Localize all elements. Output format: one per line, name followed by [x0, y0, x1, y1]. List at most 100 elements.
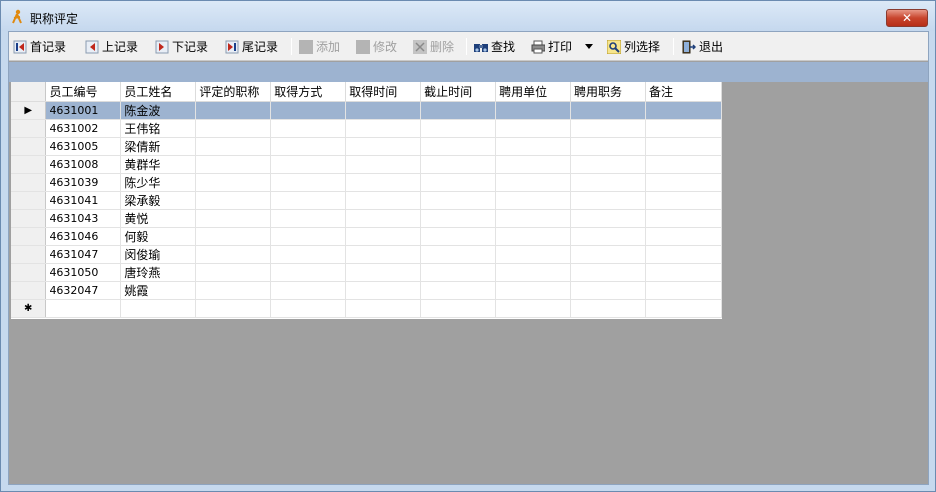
- row-selector[interactable]: [11, 281, 47, 300]
- employee-id-cell[interactable]: 4631008: [45, 155, 122, 174]
- table-cell[interactable]: [270, 299, 347, 318]
- employee-name-cell[interactable]: 姚霞: [120, 281, 197, 300]
- table-cell[interactable]: [570, 155, 646, 174]
- table-cell[interactable]: [420, 191, 497, 210]
- print-dropdown-button[interactable]: [584, 36, 594, 57]
- print-button[interactable]: 打印: [531, 36, 572, 57]
- table-cell[interactable]: [195, 209, 272, 228]
- table-cell[interactable]: [345, 101, 422, 120]
- employee-id-cell[interactable]: 4631047: [45, 245, 122, 264]
- row-selector[interactable]: ▶: [11, 101, 47, 120]
- table-cell[interactable]: [495, 299, 572, 318]
- table-cell[interactable]: [495, 281, 572, 300]
- table-cell[interactable]: [570, 101, 646, 120]
- table-row[interactable]: 4631039 陈少华: [11, 173, 723, 192]
- table-cell[interactable]: [645, 101, 723, 120]
- table-cell[interactable]: [420, 227, 497, 246]
- row-selector[interactable]: [11, 137, 47, 156]
- column-header[interactable]: 聘用职务: [570, 82, 646, 102]
- table-cell[interactable]: [270, 101, 347, 120]
- table-cell[interactable]: [345, 263, 422, 282]
- table-cell[interactable]: [270, 155, 347, 174]
- table-row[interactable]: 4631041 梁承毅: [11, 191, 723, 210]
- table-cell[interactable]: [570, 281, 646, 300]
- table-cell[interactable]: [420, 137, 497, 156]
- table-cell[interactable]: [270, 119, 347, 138]
- first-record-button[interactable]: 首记录: [13, 36, 66, 57]
- table-cell[interactable]: [645, 173, 723, 192]
- employee-name-cell[interactable]: 唐玲燕: [120, 263, 197, 282]
- table-cell[interactable]: [570, 227, 646, 246]
- table-cell[interactable]: [645, 137, 723, 156]
- table-cell[interactable]: [495, 119, 572, 138]
- table-cell[interactable]: [195, 119, 272, 138]
- table-cell[interactable]: [195, 155, 272, 174]
- column-header[interactable]: 取得方式: [270, 82, 347, 102]
- employee-id-cell[interactable]: 4631005: [45, 137, 122, 156]
- table-row[interactable]: 4631043 黄悦: [11, 209, 723, 228]
- title-bar[interactable]: 职称评定 ✕: [1, 1, 935, 31]
- table-cell[interactable]: [195, 299, 272, 318]
- employee-id-cell[interactable]: 4631002: [45, 119, 122, 138]
- column-header[interactable]: 截止时间: [420, 82, 497, 102]
- employee-name-cell[interactable]: 梁倩新: [120, 137, 197, 156]
- table-cell[interactable]: [495, 137, 572, 156]
- table-cell[interactable]: [495, 227, 572, 246]
- table-cell[interactable]: [645, 299, 723, 318]
- table-cell[interactable]: [495, 263, 572, 282]
- table-cell[interactable]: [420, 281, 497, 300]
- new-row-marker[interactable]: ✱: [11, 299, 47, 318]
- employee-id-cell[interactable]: 4631041: [45, 191, 122, 210]
- table-cell[interactable]: [420, 101, 497, 120]
- table-row[interactable]: 4632047 姚霞: [11, 281, 723, 300]
- table-cell[interactable]: [495, 245, 572, 264]
- table-cell[interactable]: [570, 299, 646, 318]
- last-record-button[interactable]: 尾记录: [225, 36, 278, 57]
- next-record-button[interactable]: 下记录: [155, 36, 208, 57]
- table-cell[interactable]: [420, 155, 497, 174]
- table-cell[interactable]: [270, 137, 347, 156]
- add-button[interactable]: 添加: [299, 36, 340, 57]
- employee-name-cell[interactable]: 黄群华: [120, 155, 197, 174]
- employee-name-cell[interactable]: 闵俊瑜: [120, 245, 197, 264]
- delete-button[interactable]: 删除: [413, 36, 454, 57]
- employee-name-cell[interactable]: 梁承毅: [120, 191, 197, 210]
- employee-name-cell[interactable]: 王伟铭: [120, 119, 197, 138]
- table-cell[interactable]: [270, 245, 347, 264]
- table-cell[interactable]: [345, 245, 422, 264]
- table-cell[interactable]: [570, 119, 646, 138]
- table-cell[interactable]: [345, 227, 422, 246]
- table-cell[interactable]: [645, 119, 723, 138]
- column-header[interactable]: 员工编号: [45, 82, 122, 102]
- table-cell[interactable]: [195, 263, 272, 282]
- find-button[interactable]: 查找: [474, 36, 515, 57]
- table-cell[interactable]: [195, 137, 272, 156]
- column-header[interactable]: 聘用单位: [495, 82, 572, 102]
- employee-id-cell[interactable]: 4631046: [45, 227, 122, 246]
- table-cell[interactable]: [645, 209, 723, 228]
- table-row[interactable]: 4631008 黄群华: [11, 155, 723, 174]
- row-selector[interactable]: [11, 119, 47, 138]
- table-cell[interactable]: [270, 173, 347, 192]
- exit-button[interactable]: 退出: [682, 36, 723, 57]
- table-cell[interactable]: [495, 191, 572, 210]
- table-cell[interactable]: [495, 173, 572, 192]
- table-cell[interactable]: [570, 263, 646, 282]
- table-cell[interactable]: [45, 299, 122, 318]
- table-cell[interactable]: [270, 191, 347, 210]
- column-header[interactable]: 取得时间: [345, 82, 422, 102]
- table-cell[interactable]: [420, 119, 497, 138]
- table-cell[interactable]: [495, 155, 572, 174]
- table-cell[interactable]: [345, 281, 422, 300]
- row-selector[interactable]: [11, 245, 47, 264]
- table-cell[interactable]: [420, 245, 497, 264]
- row-selector[interactable]: [11, 173, 47, 192]
- column-header[interactable]: 员工姓名: [120, 82, 197, 102]
- table-cell[interactable]: [195, 245, 272, 264]
- table-cell[interactable]: [120, 299, 197, 318]
- edit-button[interactable]: 修改: [356, 36, 397, 57]
- table-cell[interactable]: [495, 209, 572, 228]
- table-cell[interactable]: [645, 227, 723, 246]
- column-select-button[interactable]: 列选择: [607, 36, 660, 57]
- column-header[interactable]: 评定的职称: [195, 82, 272, 102]
